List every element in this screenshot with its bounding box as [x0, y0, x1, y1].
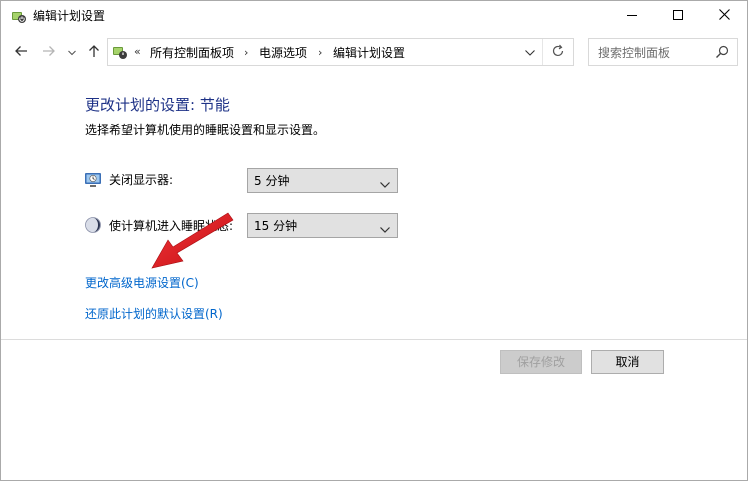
breadcrumb-separator-icon[interactable]: ›: [318, 46, 322, 59]
refresh-button[interactable]: [543, 39, 573, 65]
maximize-button[interactable]: [655, 1, 701, 31]
forward-arrow-icon: [42, 45, 56, 60]
breadcrumb-overflow[interactable]: «: [134, 45, 141, 58]
chevron-down-icon: [525, 45, 535, 59]
sleep-select[interactable]: 15 分钟: [247, 213, 398, 238]
page-title: 更改计划的设置: 节能: [85, 96, 230, 114]
back-arrow-icon: [14, 45, 28, 60]
save-changes-button[interactable]: 保存修改: [500, 350, 582, 374]
control-panel-icon: [112, 44, 128, 60]
breadcrumb-edit-plan-settings[interactable]: 编辑计划设置: [333, 46, 405, 60]
power-options-icon: [11, 8, 27, 24]
monitor-icon: [84, 171, 102, 189]
recent-locations-button[interactable]: [65, 41, 79, 63]
refresh-icon: [551, 44, 565, 61]
breadcrumb-all-control-panel-items[interactable]: 所有控制面板项: [150, 46, 234, 60]
restore-defaults-link[interactable]: 还原此计划的默认设置(R): [85, 307, 223, 322]
sleep-label: 使计算机进入睡眠状态:: [109, 219, 234, 233]
advanced-power-settings-link[interactable]: 更改高级电源设置(C): [85, 276, 199, 291]
title-bar: 编辑计划设置: [1, 1, 747, 31]
navigation-bar: « 所有控制面板项 › 电源选项 › 编辑计划设置 搜索控制面板: [1, 35, 747, 69]
search-icon[interactable]: [715, 45, 729, 59]
minimize-button[interactable]: [609, 1, 655, 31]
display-off-value: 5 分钟: [254, 174, 290, 188]
sleep-moon-icon: [84, 216, 102, 234]
address-history-button[interactable]: [518, 39, 542, 65]
search-box[interactable]: 搜索控制面板: [588, 38, 738, 66]
up-button[interactable]: [85, 41, 103, 63]
up-arrow-icon: [88, 44, 100, 61]
breadcrumb-power-options[interactable]: 电源选项: [259, 46, 307, 60]
close-button[interactable]: [701, 1, 747, 31]
forward-button[interactable]: [39, 41, 59, 63]
maximize-icon: [673, 9, 683, 23]
back-button[interactable]: [11, 41, 31, 63]
address-bar[interactable]: « 所有控制面板项 › 电源选项 › 编辑计划设置: [107, 38, 574, 66]
page-subtitle: 选择希望计算机使用的睡眠设置和显示设置。: [85, 123, 326, 137]
close-icon: [718, 9, 730, 23]
footer-divider: [1, 339, 747, 340]
sleep-value: 15 分钟: [254, 219, 298, 233]
edit-plan-settings-window: 编辑计划设置 « 所有控制面板项 › 电源选项 › 编辑计划设置 搜索控制面板 …: [0, 0, 748, 481]
search-input[interactable]: 搜索控制面板: [598, 46, 670, 60]
window-title: 编辑计划设置: [33, 9, 106, 23]
chevron-down-icon: [380, 177, 390, 191]
display-off-label: 关闭显示器:: [109, 173, 174, 187]
cancel-button[interactable]: 取消: [591, 350, 664, 374]
chevron-down-icon: [380, 222, 390, 236]
minimize-icon: [627, 9, 637, 23]
chevron-down-icon: [68, 45, 76, 59]
display-off-select[interactable]: 5 分钟: [247, 168, 398, 193]
breadcrumb-separator-icon[interactable]: ›: [244, 46, 248, 59]
